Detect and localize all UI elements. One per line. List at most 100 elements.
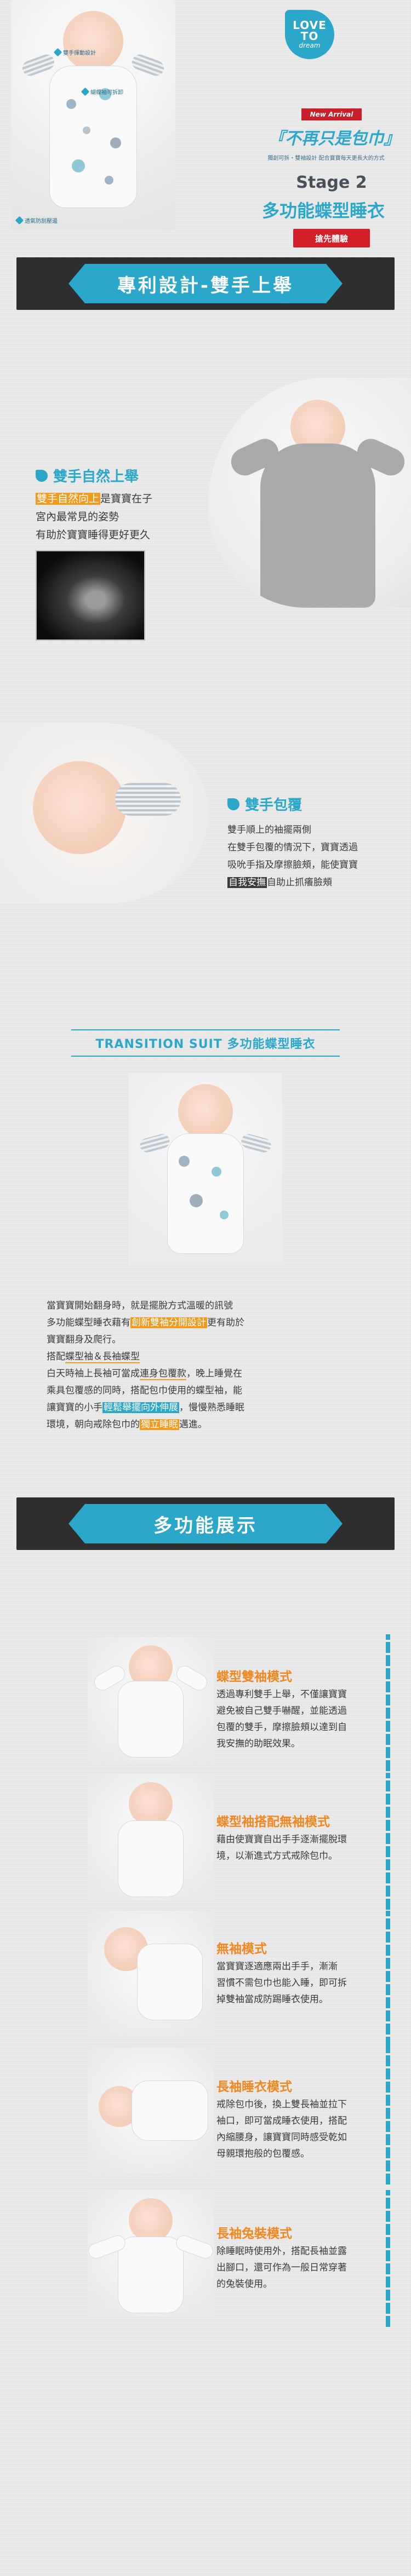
feature2-line2: 在雙手包覆的情況下，寶寶透過 (227, 842, 358, 853)
transition-text: 當寶寶開始翻身時，就是擺脫方式溫暖的訊號 多功能蝶型睡衣藉有 創新雙袖分開設計 更有… (47, 1298, 364, 1433)
heading-marker-icon (36, 469, 48, 482)
mode-photo (88, 2048, 214, 2174)
text: 環境，朝向戒除包巾的 (47, 1419, 140, 1430)
transition-line: 寶寶翻身及爬行。 (47, 1334, 121, 1345)
mode-description: 透過專利雙手上舉，不僅讓寶寶 避免被自己雙手嚇醒，並能透過 包覆的雙手，摩擦臉頰… (216, 1686, 381, 1752)
callout-text: 透氣防刮壓邊 (25, 218, 58, 224)
hero-baby-photo (11, 0, 175, 230)
transition-line: 環境，朝向戒除包巾的 獨立睡眠 邁進。 (47, 1416, 364, 1433)
heading-marker-icon (227, 798, 239, 810)
mode-photo (88, 1774, 214, 1900)
text: ，晚上睡覺在 (186, 1368, 242, 1379)
product-title: 多功能蝶型睡衣 (261, 200, 385, 221)
mode-accent-bar (386, 1911, 390, 2048)
highlight-text: 輕鬆舉擺向外伸展 (102, 1402, 179, 1413)
grey-suit (260, 443, 375, 608)
transition-line: 當寶寶開始翻身時，就是擺脫方式溫暖的訊號 (47, 1300, 233, 1311)
right-sleeve (130, 52, 166, 78)
hero-section: 雙手揮動設計 蝴蝶袖可拆卸 透氣防刮壓邊 LOVE TO dream New A… (0, 0, 411, 247)
ultrasound-image (36, 550, 145, 641)
suit-body (118, 1681, 184, 1757)
mode-title: 蝶型雙袖模式 (216, 1670, 292, 1684)
highlight-text: 獨立睡眠 (140, 1419, 179, 1430)
baby-head (129, 2198, 173, 2242)
logo-to: TO (300, 30, 319, 43)
highlight-text: 創新雙袖分開設計 (130, 1317, 207, 1328)
baby-head (63, 11, 123, 71)
feature2-heading-text: 雙手包覆 (245, 797, 302, 814)
product-page: 雙手揮動設計 蝴蝶袖可拆卸 透氣防刮壓邊 LOVE TO dream New A… (0, 0, 411, 2576)
feature1-line1: 雙手自然向上 是寶寶在子 (36, 490, 216, 508)
mode-photo (88, 1637, 214, 1763)
text: 多功能蝶型睡衣藉有 (47, 1317, 130, 1328)
baby-head (178, 1084, 233, 1139)
mode-line: 內縮腰身，讓寶寶同時感受乾如 (216, 2132, 347, 2143)
text: 自助止抓癢臉頰 (267, 877, 332, 888)
text: 搭配 (47, 1351, 65, 1362)
left-sleeve (20, 52, 56, 78)
suit-body (118, 1820, 184, 1897)
section-title: 專利設計-雙手上舉 (68, 264, 342, 303)
section-header-multifunction: 多功能展示 (16, 1497, 395, 1550)
section-header-patent: 專利設計-雙手上舉 (16, 257, 395, 310)
feature2-line4: 自我安撫 自助止抓癢臉頰 (227, 874, 403, 891)
feature2-line1: 雙手順上的袖擺兩側 (227, 825, 311, 835)
baby-head (129, 1782, 173, 1826)
feature2-line3: 吸吮手指及摩擦臉頰，能使寶寶 (227, 860, 358, 871)
transition-line: 白天時袖上長袖可當成連身包覆款，晚上睡覺在 (47, 1365, 364, 1382)
suit-body (132, 2081, 208, 2141)
text: 讓寶寶的小手 (47, 1402, 102, 1413)
hero-slogan-sub: 獨創可拆・雙袖設計 配合寶寶每天更長大的方式 (267, 155, 385, 162)
mode-line: 掉雙袖當成防踢睡衣使用。 (216, 1994, 328, 2005)
feature1-line2: 宮內最常見的姿勢 (36, 511, 119, 523)
mode-line: 習慣不需包巾也能入睡，即可拆 (216, 1978, 347, 1989)
mode-line: 當寶寶逐適應兩出手手，漸漸 (216, 1961, 338, 1972)
callout-hands: 雙手揮動設計 (53, 48, 96, 57)
callout-marker-icon (53, 48, 62, 57)
transition-line: 多功能蝶型睡衣藉有 創新雙袖分開設計 更有助於 (47, 1315, 364, 1332)
callout-text: 蝴蝶袖可拆卸 (90, 90, 123, 96)
mode-line: 透過專利雙手上舉，不僅讓寶寶 (216, 1689, 347, 1700)
brand-logo[interactable]: LOVE TO dream (285, 10, 334, 59)
preorder-button[interactable]: 搶先體驗 (293, 229, 370, 247)
stage-label: Stage 2 (296, 173, 367, 192)
striped-sleeve (115, 783, 181, 816)
mode-accent-bar (386, 1773, 390, 1910)
transition-suit-title: TRANSITION SUIT 多功能蝶型睡衣 (71, 1029, 340, 1057)
mode-photo (88, 1911, 214, 2037)
baby-head (33, 761, 126, 854)
hero-slogan: 『不再只是包巾』 (269, 129, 400, 148)
mode-photo (86, 2190, 215, 2316)
suit-body (137, 1944, 203, 2020)
mode-description: 藉由使寶寶自出手手逐漸擺脫環 境，以漸進式方式戒除包巾。 (216, 1831, 381, 1864)
transition-line: 讓寶寶的小手 輕鬆舉擺向外伸展 ，慢慢熟悉睡眠 (47, 1399, 364, 1416)
mode-title: 長袖兔裝模式 (216, 2227, 292, 2241)
feature2-text: 雙手順上的袖擺兩側 在雙手包覆的情況下，寶寶透過 吸吮手指及摩擦臉頰，能使寶寶 … (227, 821, 403, 891)
mode-title: 長袖睡衣模式 (216, 2080, 292, 2094)
new-arrival-badge: New Arrival (301, 108, 362, 120)
feature2-photo (0, 723, 208, 903)
mode-line: 的兔裝使用。 (216, 2279, 272, 2290)
mode-line: 母親環抱般的包覆感。 (216, 2148, 310, 2159)
mode-line: 包覆的雙手，摩擦臉頰以達到自 (216, 1722, 347, 1733)
mode-line: 避免被自己雙手嚇醒，並能透過 (216, 1705, 347, 1716)
text: 是寶寶在子 (100, 493, 153, 505)
feature2-heading: 雙手包覆 (227, 794, 302, 814)
mode-line: 除睡眠時使用外，搭配長袖並露 (216, 2246, 347, 2257)
callout-marker-icon (81, 87, 90, 96)
mode-accent-bar (386, 2190, 390, 2327)
mode-description: 當寶寶逐適應兩出手手，漸漸 習慣不需包巾也能入睡，即可拆 掉雙袖當成防踢睡衣使用… (216, 1958, 381, 2008)
transition-line: 乘具包覆感的同時，搭配包巾使用的蝶型袖，能 (47, 1385, 242, 1396)
mode-line: 藉由使寶寶自出手手逐漸擺脫環 (216, 1834, 347, 1845)
underline-text: 連身包覆款 (140, 1368, 186, 1380)
left-sleeve (138, 1132, 172, 1154)
transition-line: 搭配蝶型袖＆長袖蝶型 (47, 1348, 364, 1365)
mode-line: 戒除包巾後，換上雙長袖並拉下 (216, 2099, 347, 2110)
feature1-line3: 有助於寶寶睡得更好更久 (36, 529, 151, 541)
feature1-heading-text: 雙手自然上舉 (53, 469, 139, 485)
text: 白天時袖上長袖可當成 (47, 1368, 140, 1379)
mode-accent-bar (386, 2048, 390, 2185)
mode-accent-bar (386, 1634, 390, 1771)
callout-fabric: 透氣防刮壓邊 (15, 216, 58, 225)
highlight-text: 自我安撫 (227, 877, 267, 888)
